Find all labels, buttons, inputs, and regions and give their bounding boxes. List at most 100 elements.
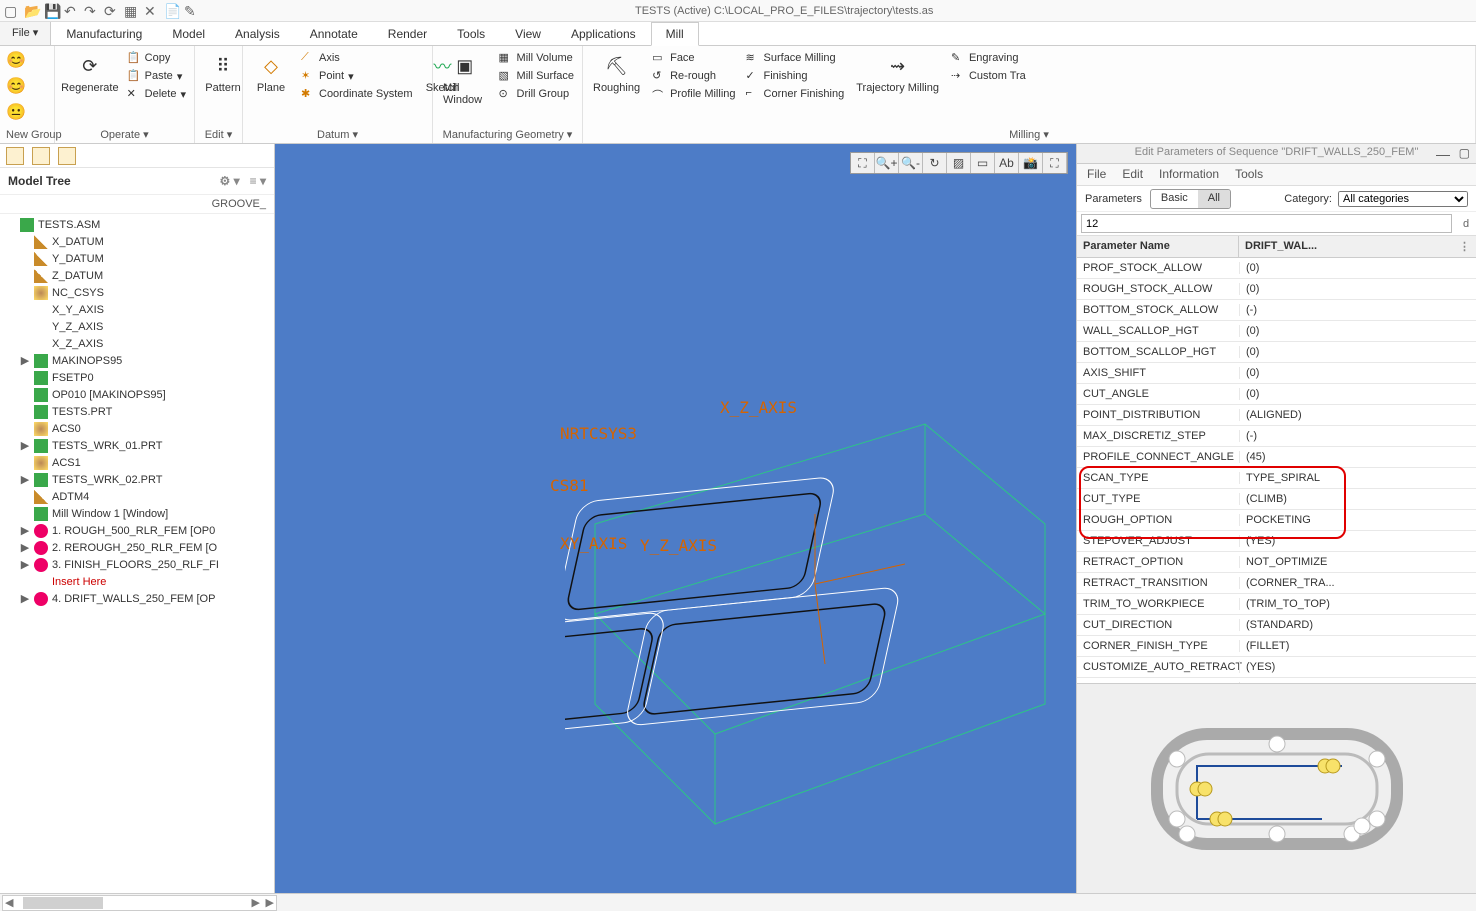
zoomout-icon[interactable]: 🔍-	[899, 153, 923, 173]
param-row[interactable]: ROUGH_STOCK_ALLOW(0)	[1077, 279, 1476, 300]
graphics-viewport[interactable]: ⛶ 🔍+ 🔍- ↻ ▨ ▭ Ab 📸 ⛶	[275, 144, 1076, 893]
measure-icon[interactable]: ✎	[184, 3, 200, 19]
rerough-button[interactable]: ↺Re-rough	[650, 68, 737, 84]
param-row[interactable]: TRIM_TO_WORKPIECE(TRIM_TO_TOP)	[1077, 594, 1476, 615]
th-value[interactable]: DRIFT_WAL...⋮	[1239, 236, 1476, 257]
roughing-button[interactable]: ⛏Roughing	[589, 50, 644, 96]
redo-icon[interactable]: ↷	[84, 3, 100, 19]
tree-node[interactable]: FSETP0	[6, 369, 274, 386]
param-row[interactable]: POINT_DISTRIBUTION(ALIGNED)	[1077, 405, 1476, 426]
open-icon[interactable]: 📂	[24, 3, 40, 19]
tree-icon-3[interactable]	[58, 147, 76, 165]
tree-icon-2[interactable]	[32, 147, 50, 165]
tab-model[interactable]: Model	[157, 22, 220, 45]
shade-icon[interactable]: ▨	[947, 153, 971, 173]
tab-annotate[interactable]: Annotate	[295, 22, 373, 45]
plane-button[interactable]: ◇Plane	[249, 50, 293, 96]
face-button[interactable]: ▭Face	[650, 50, 737, 66]
tree-node[interactable]: X_DATUM	[6, 233, 274, 250]
paste-button[interactable]: 📋Paste ▾	[125, 68, 188, 84]
millsurface-button[interactable]: ▧Mill Surface	[497, 68, 576, 84]
tree-node[interactable]: ▶1. ROUGH_500_RLR_FEM [OP0	[6, 522, 274, 539]
tree-node[interactable]: Y_Z_AXIS	[6, 318, 274, 335]
refit-icon[interactable]: ⛶	[851, 153, 875, 173]
zoomin-icon[interactable]: 🔍+	[875, 153, 899, 173]
tree-icon-1[interactable]	[6, 147, 24, 165]
param-row[interactable]: SCAN_TYPETYPE_SPIRAL	[1077, 468, 1476, 489]
tab-applications[interactable]: Applications	[556, 22, 651, 45]
tree-hscroll[interactable]: ◀ ▶ ▶	[2, 895, 277, 911]
panel-menu-edit[interactable]: Edit	[1122, 167, 1143, 182]
axis-button[interactable]: ⟋Axis	[299, 50, 415, 66]
trajectory-button[interactable]: ⇝Trajectory Milling	[852, 50, 943, 96]
surfacemilling-button[interactable]: ≋Surface Milling	[744, 50, 847, 66]
regenerate-button[interactable]: ⟳Regenerate	[61, 50, 119, 96]
param-row[interactable]: WALL_SCALLOP_HGT(0)	[1077, 321, 1476, 342]
panel-menu-file[interactable]: File	[1087, 167, 1106, 182]
param-row[interactable]: BOTTOM_STOCK_ALLOW(-)	[1077, 300, 1476, 321]
windows-icon[interactable]: ▦	[124, 3, 140, 19]
param-row[interactable]: CUSTOMIZE_AUTO_RETRACT(YES)	[1077, 657, 1476, 678]
tree-node[interactable]: X_Y_AXIS	[6, 301, 274, 318]
finishing-button[interactable]: ✓Finishing	[744, 68, 847, 84]
param-row[interactable]: POCKET_EXTEND(TOOL_ON)	[1077, 678, 1476, 683]
tree-node[interactable]: ▶TESTS_WRK_01.PRT	[6, 437, 274, 454]
param-row[interactable]: CUT_DIRECTION(STANDARD)	[1077, 615, 1476, 636]
saved-icon[interactable]: 📸	[1019, 153, 1043, 173]
undo-icon[interactable]: ↶	[64, 3, 80, 19]
hidden-icon[interactable]: ▭	[971, 153, 995, 173]
toggle-all[interactable]: All	[1198, 190, 1230, 208]
param-row[interactable]: BOTTOM_SCALLOP_HGT(0)	[1077, 342, 1476, 363]
new-icon[interactable]: ▢	[4, 3, 20, 19]
tree-node[interactable]: TESTS.PRT	[6, 403, 274, 420]
param-row[interactable]: PROF_STOCK_ALLOW(0)	[1077, 258, 1476, 279]
engraving-button[interactable]: ✎Engraving	[949, 50, 1028, 66]
millvolume-button[interactable]: ▦Mill Volume	[497, 50, 576, 66]
category-select[interactable]: All categories	[1338, 191, 1468, 207]
tree-node[interactable]: Mill Window 1 [Window]	[6, 505, 274, 522]
tree-node[interactable]: NC_CSYS	[6, 284, 274, 301]
tree-node[interactable]: OP010 [MAKINOPS95]	[6, 386, 274, 403]
pattern-button[interactable]: ⠿Pattern	[201, 50, 245, 96]
param-row[interactable]: MAX_DISCRETIZ_STEP(-)	[1077, 426, 1476, 447]
tab-render[interactable]: Render	[373, 22, 442, 45]
tree-node[interactable]: ▶4. DRIFT_WALLS_250_FEM [OP	[6, 590, 274, 607]
param-row[interactable]: RETRACT_OPTIONNOT_OPTIMIZE	[1077, 552, 1476, 573]
param-row[interactable]: CUT_TYPE(CLIMB)	[1077, 489, 1476, 510]
customtraj-button[interactable]: ⇢Custom Tra	[949, 68, 1028, 84]
cornerfinishing-button[interactable]: ⌐Corner Finishing	[744, 86, 847, 102]
tree-node[interactable]: Insert Here	[6, 573, 274, 590]
tree-node[interactable]: ▶2. REROUGH_250_RLR_FEM [O	[6, 539, 274, 556]
param-row[interactable]: CUT_ANGLE(0)	[1077, 384, 1476, 405]
close-panel-icon[interactable]: ▢	[1459, 146, 1470, 160]
tree-node[interactable]: ADTM4	[6, 488, 274, 505]
named-icon[interactable]: Ab	[995, 153, 1019, 173]
tab-manufacturing[interactable]: Manufacturing	[51, 22, 157, 45]
param-row[interactable]: PROFILE_CONNECT_ANGLE(45)	[1077, 447, 1476, 468]
tree-node[interactable]: TESTS.ASM	[6, 216, 274, 233]
param-row[interactable]: AXIS_SHIFT(0)	[1077, 363, 1476, 384]
tree-node[interactable]: ▶TESTS_WRK_02.PRT	[6, 471, 274, 488]
note-icon[interactable]: 📄	[164, 3, 180, 19]
search-clear-icon[interactable]: d	[1456, 212, 1476, 235]
param-row[interactable]: RETRACT_TRANSITION(CORNER_TRA...	[1077, 573, 1476, 594]
panel-menu-info[interactable]: Information	[1159, 167, 1219, 182]
tab-tools[interactable]: Tools	[442, 22, 500, 45]
param-row[interactable]: ROUGH_OPTIONPOCKETING	[1077, 510, 1476, 531]
copy-button[interactable]: 📋Copy	[125, 50, 188, 66]
minimize-icon[interactable]: —	[1436, 146, 1450, 162]
basic-all-toggle[interactable]: Basic All	[1150, 189, 1231, 209]
tree-node[interactable]: ACS0	[6, 420, 274, 437]
millwindow-button[interactable]: ▣Mill Window	[439, 50, 491, 108]
tree-node[interactable]: X_Z_AXIS	[6, 335, 274, 352]
tab-mill[interactable]: Mill	[651, 22, 699, 46]
repaint-icon[interactable]: ↻	[923, 153, 947, 173]
param-search-input[interactable]	[1081, 214, 1452, 233]
profile-button[interactable]: ⌒Profile Milling	[650, 86, 737, 102]
close-icon[interactable]: ✕	[144, 3, 160, 19]
th-name[interactable]: Parameter Name	[1077, 236, 1239, 257]
csys-button[interactable]: ✱Coordinate System	[299, 86, 415, 102]
save-icon[interactable]: 💾	[44, 3, 60, 19]
model-tree[interactable]: TESTS.ASMX_DATUMY_DATUMZ_DATUMNC_CSYSX_Y…	[0, 214, 274, 893]
tab-view[interactable]: View	[500, 22, 556, 45]
